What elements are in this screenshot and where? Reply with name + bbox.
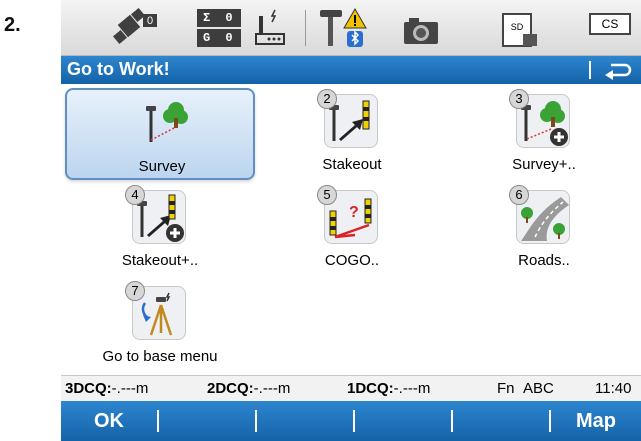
dcq2-readout: 2DCQ:-.---m <box>207 380 291 397</box>
app-label: COGO.. <box>324 252 380 269</box>
softkey-bar: OK Map <box>61 401 641 441</box>
dcq1-readout: 1DCQ:-.---m <box>347 380 431 397</box>
survey-plus-icon-frame: 3 <box>509 89 570 148</box>
app-number-badge: 5 <box>317 185 337 205</box>
app-label: Survey+.. <box>512 156 576 173</box>
app-number-badge: 7 <box>125 281 145 301</box>
app-label: Roads.. <box>518 252 570 269</box>
app-label: Go to base menu <box>102 348 218 365</box>
app-number-badge: 3 <box>509 89 529 109</box>
antenna-pole-icon[interactable] <box>316 8 346 48</box>
app-number-badge: 2 <box>317 89 337 109</box>
status-separator <box>305 10 306 46</box>
base-menu-icon-frame: 7 <box>125 281 186 340</box>
clock: 11:40 <box>595 380 632 397</box>
quality-info-bar: 3DCQ:-.---m 2DCQ:-.---m 1DCQ:-.---m Fn A… <box>61 375 641 401</box>
app-label: Stakeout <box>322 156 382 173</box>
fn-indicator: Fn <box>497 380 515 397</box>
device-screen: 0 Σ 0 G 0 SD CS Go to Work! Survey 2 Sta… <box>61 0 641 441</box>
radio-modem-icon[interactable] <box>253 8 289 48</box>
roads-icon-frame: 6 <box>509 185 570 244</box>
glonass-count: G 0 <box>197 29 241 47</box>
satellite-counter: Σ 0 G 0 <box>197 9 241 47</box>
app-tile-survey-plus[interactable]: 3 Survey+.. <box>449 88 639 180</box>
status-bar: 0 Σ 0 G 0 SD CS <box>61 0 641 56</box>
ok-button[interactable]: OK <box>61 401 157 441</box>
sigma-count: Σ 0 <box>197 9 241 27</box>
warning-icon[interactable] <box>343 8 367 48</box>
sd-label: SD <box>511 22 524 32</box>
cs-icon[interactable]: CS <box>589 6 631 46</box>
softkey-f5[interactable] <box>453 401 549 441</box>
camera-icon[interactable] <box>401 8 441 48</box>
softkey-f4[interactable] <box>355 401 451 441</box>
title-bar: Go to Work! <box>61 56 641 84</box>
cs-label: CS <box>602 17 619 31</box>
app-label: Survey <box>138 158 186 175</box>
sd-card-icon[interactable]: SD <box>499 8 543 48</box>
dcq3-readout: 3DCQ:-.---m <box>65 380 149 397</box>
satellite-count: 0 <box>147 15 153 27</box>
back-arrow-icon[interactable] <box>601 58 635 82</box>
title-separator <box>589 61 591 79</box>
app-tile-stakeout-plus[interactable]: 4 Stakeout+.. <box>65 184 255 276</box>
step-number: 2. <box>4 14 21 36</box>
cogo-icon-frame: ? 5 <box>317 185 378 244</box>
satellite-icon[interactable]: 0 <box>113 8 163 48</box>
app-tile-roads[interactable]: 6 Roads.. <box>449 184 639 276</box>
softkey-f3[interactable] <box>257 401 353 441</box>
stakeout-icon-frame: 2 <box>317 89 378 148</box>
survey-icon <box>146 102 188 142</box>
app-tile-stakeout[interactable]: 2 Stakeout <box>257 88 447 180</box>
stakeout-plus-icon-frame: 4 <box>125 185 186 244</box>
map-button[interactable]: Map <box>551 401 641 441</box>
app-tile-base-menu[interactable]: 7 Go to base menu <box>65 280 255 372</box>
input-mode-indicator: ABC <box>523 380 554 397</box>
page-title: Go to Work! <box>67 59 170 79</box>
svg-text:?: ? <box>349 204 359 221</box>
app-number-badge: 6 <box>509 185 529 205</box>
app-tile-cogo[interactable]: ? 5 COGO.. <box>257 184 447 276</box>
app-label: Stakeout+.. <box>121 252 199 269</box>
app-tile-survey[interactable]: Survey <box>65 88 255 180</box>
softkey-f2[interactable] <box>159 401 255 441</box>
app-number-badge: 4 <box>125 185 145 205</box>
